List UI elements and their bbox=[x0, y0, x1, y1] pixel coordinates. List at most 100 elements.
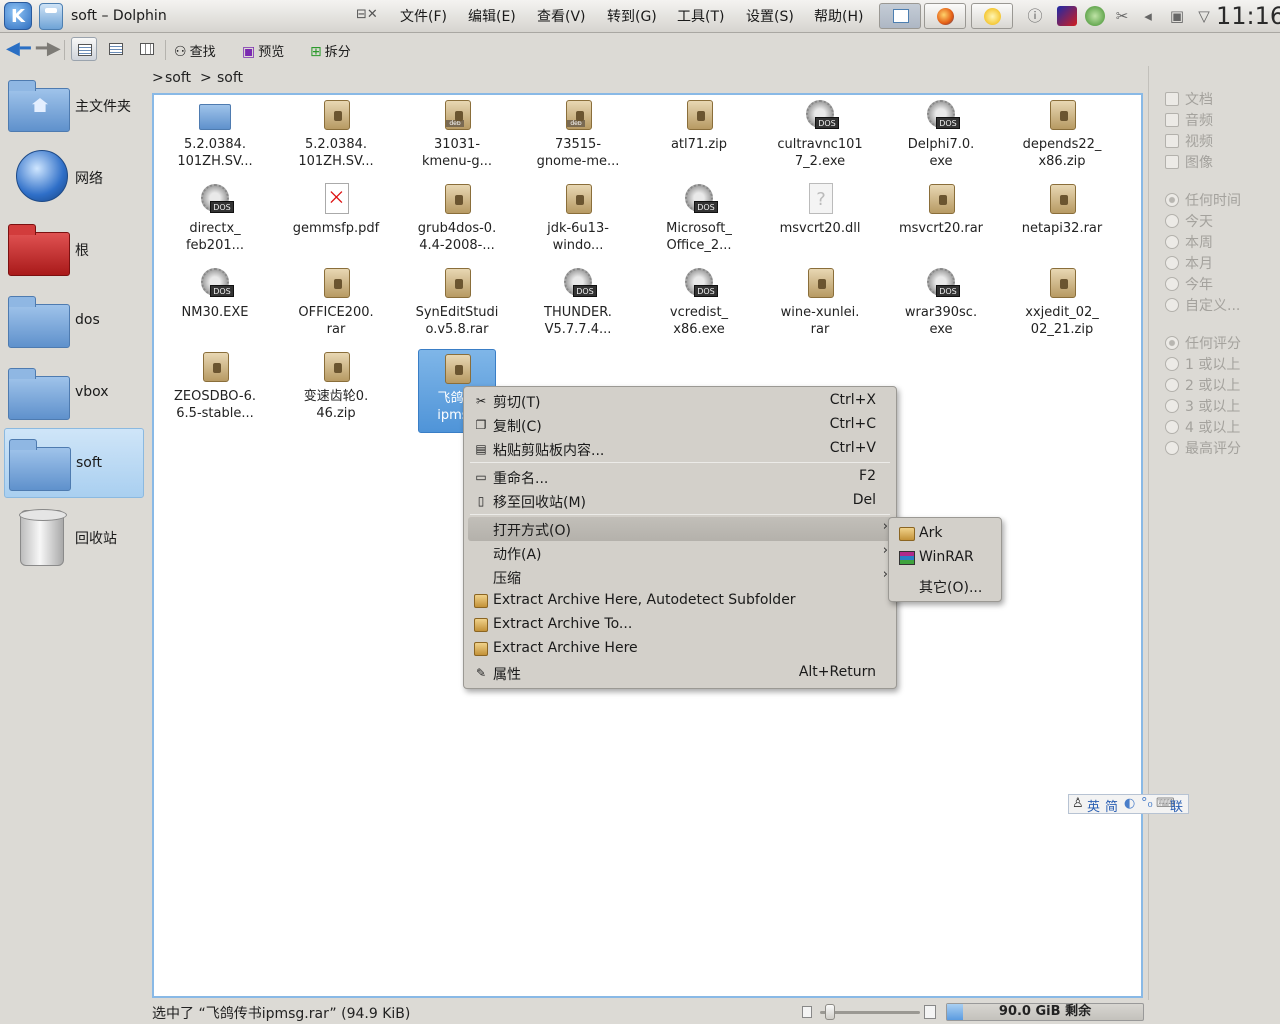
file-item[interactable]: SynEditStudi o.v5.8.rar bbox=[402, 264, 512, 348]
file-item[interactable]: DOS vcredist_ x86.exe bbox=[644, 264, 754, 348]
menu-edit[interactable]: 编辑(E) bbox=[468, 6, 516, 26]
network-tray-icon[interactable] bbox=[1085, 6, 1105, 26]
context-menu-item[interactable]: ❐ 复制(C) Ctrl+C bbox=[468, 413, 892, 437]
filter-date-month[interactable]: 本月 bbox=[1165, 253, 1213, 273]
file-item[interactable]: 5.2.0384. 101ZH.SV... bbox=[281, 96, 391, 180]
context-menu-item[interactable]: ▤ 粘贴剪贴板内容... Ctrl+V bbox=[468, 437, 892, 461]
context-menu-item[interactable]: ▭ 重命名... F2 bbox=[468, 465, 892, 489]
file-item[interactable]: jdk-6u13- windo... bbox=[523, 180, 633, 264]
context-menu-item[interactable]: 动作(A) › bbox=[468, 541, 892, 565]
find-button[interactable]: ⚇ 查找 bbox=[174, 41, 216, 60]
zoom-slider-handle[interactable] bbox=[825, 1004, 835, 1020]
file-item[interactable]: wine-xunlei. rar bbox=[765, 264, 875, 348]
filter-type-image[interactable]: 图像 bbox=[1165, 152, 1213, 172]
ime-associate[interactable]: 联 bbox=[1170, 796, 1183, 815]
menu-help[interactable]: 帮助(H) bbox=[814, 6, 863, 26]
place-root[interactable]: 根 bbox=[4, 214, 144, 284]
place-trash[interactable]: 回收站 bbox=[4, 502, 144, 572]
context-menu-item[interactable]: Extract Archive To... bbox=[468, 613, 892, 637]
breadcrumb-item-current[interactable]: soft bbox=[217, 70, 243, 86]
device-notifier-icon[interactable]: ▣ bbox=[1167, 6, 1187, 26]
filter-rating-4[interactable]: 4 或以上 bbox=[1165, 417, 1240, 437]
taskbar-dolphin-button[interactable] bbox=[879, 3, 921, 29]
split-button[interactable]: ⊞ 拆分 bbox=[310, 41, 351, 60]
panel-clock[interactable]: 11:16 bbox=[1216, 2, 1280, 30]
zoom-slider-track[interactable] bbox=[820, 1011, 920, 1014]
place-home[interactable]: 主文件夹 bbox=[4, 70, 144, 140]
filter-type-documents[interactable]: 文档 bbox=[1165, 89, 1213, 109]
filter-rating-3[interactable]: 3 或以上 bbox=[1165, 396, 1240, 416]
file-item[interactable]: ? msvcrt20.dll bbox=[765, 180, 875, 264]
details-view-button[interactable] bbox=[103, 37, 129, 61]
file-item[interactable]: DOS Microsoft_ Office_2... bbox=[644, 180, 754, 264]
filter-rating-1[interactable]: 1 或以上 bbox=[1165, 354, 1240, 374]
punctuation-icon[interactable]: °₀ bbox=[1141, 796, 1153, 811]
file-item[interactable]: xxjedit_02_ 02_21.zip bbox=[1007, 264, 1117, 348]
filter-date-today[interactable]: 今天 bbox=[1165, 211, 1213, 231]
filter-type-video[interactable]: 视频 bbox=[1165, 131, 1213, 151]
filter-rating-any[interactable]: 任何评分 bbox=[1165, 333, 1241, 353]
file-item[interactable]: deb 31031- kmenu-g... bbox=[402, 96, 512, 180]
file-item[interactable]: depends22_ x86.zip bbox=[1007, 96, 1117, 180]
zoom-in-icon[interactable] bbox=[924, 1005, 936, 1019]
file-item[interactable]: DOS wrar390sc. exe bbox=[886, 264, 996, 348]
file-item[interactable]: 5.2.0384. 101ZH.SV... bbox=[160, 96, 270, 180]
tray-monitor-icon[interactable] bbox=[1057, 6, 1077, 26]
menu-settings[interactable]: 设置(S) bbox=[746, 6, 794, 26]
submenu-item-ark[interactable]: Ark bbox=[893, 522, 997, 546]
preview-button[interactable]: ▣ 预览 bbox=[242, 41, 284, 60]
file-item[interactable]: DOS NM30.EXE bbox=[160, 264, 270, 348]
filter-date-custom[interactable]: 自定义... bbox=[1165, 295, 1240, 315]
info-icon[interactable]: ⓘ bbox=[1025, 6, 1045, 26]
file-item[interactable]: 变速齿轮0. 46.zip bbox=[281, 348, 391, 432]
context-menu-item[interactable]: Extract Archive Here bbox=[468, 637, 892, 661]
file-item[interactable]: DOS Delphi7.0. exe bbox=[886, 96, 996, 180]
submenu-item-other[interactable]: 其它(O)... bbox=[893, 574, 997, 598]
volume-icon[interactable]: ◂ bbox=[1138, 6, 1158, 26]
place-vbox[interactable]: vbox bbox=[4, 358, 144, 428]
context-menu-item[interactable]: Extract Archive Here, Autodetect Subfold… bbox=[468, 589, 892, 613]
filter-date-week[interactable]: 本周 bbox=[1165, 232, 1213, 252]
context-menu-item[interactable]: ✂ 剪切(T) Ctrl+X bbox=[468, 389, 892, 413]
file-item[interactable]: OFFICE200. rar bbox=[281, 264, 391, 348]
filter-rating-top[interactable]: 最高评分 bbox=[1165, 438, 1241, 458]
filter-date-year[interactable]: 今年 bbox=[1165, 274, 1213, 294]
menu-file[interactable]: 文件(F) bbox=[400, 6, 447, 26]
forward-arrow-icon[interactable]: ━▶ bbox=[36, 40, 61, 58]
file-item[interactable]: netapi32.rar bbox=[1007, 180, 1117, 264]
menu-view[interactable]: 查看(V) bbox=[537, 6, 586, 26]
context-menu-item[interactable]: ✎ 属性 Alt+Return bbox=[468, 661, 892, 685]
ime-lang-english[interactable]: 英 bbox=[1087, 796, 1100, 815]
kde-menu-icon[interactable]: K bbox=[4, 2, 32, 30]
klipper-scissors-icon[interactable]: ✂ bbox=[1112, 6, 1132, 26]
chevron-down-icon[interactable]: ▽ bbox=[1194, 6, 1214, 26]
file-item[interactable]: ZEOSDBO-6. 6.5-stable... bbox=[160, 348, 270, 432]
breadcrumb-item-soft[interactable]: soft bbox=[165, 70, 191, 86]
icons-view-button[interactable] bbox=[71, 37, 97, 61]
filter-rating-2[interactable]: 2 或以上 bbox=[1165, 375, 1240, 395]
file-item[interactable]: msvcrt20.rar bbox=[886, 180, 996, 264]
zoom-out-icon[interactable] bbox=[802, 1006, 812, 1018]
file-item[interactable]: DOS directx_ feb201... bbox=[160, 180, 270, 264]
filter-type-audio[interactable]: 音频 bbox=[1165, 110, 1213, 130]
context-menu-item[interactable]: ▯ 移至回收站(M) Del bbox=[468, 489, 892, 513]
file-item[interactable]: deb 73515- gnome-me... bbox=[523, 96, 633, 180]
taskbar-app-button[interactable] bbox=[971, 3, 1013, 29]
filter-date-any[interactable]: 任何时间 bbox=[1165, 190, 1241, 210]
place-dos[interactable]: dos bbox=[4, 286, 144, 356]
file-item[interactable]: DOS THUNDER. V5.7.7.4... bbox=[523, 264, 633, 348]
moon-icon[interactable]: ◐ bbox=[1124, 796, 1135, 811]
file-item[interactable]: grub4dos-0. 4.4-2008-... bbox=[402, 180, 512, 264]
place-network[interactable]: 网络 bbox=[4, 142, 144, 212]
file-item[interactable]: DOS cultravnc101 7_2.exe bbox=[765, 96, 875, 180]
back-arrow-icon[interactable]: ◀━ bbox=[6, 40, 31, 58]
menu-mode-toggle[interactable]: ⊟✕ bbox=[356, 7, 378, 22]
place-soft[interactable]: soft bbox=[4, 428, 144, 498]
columns-view-button[interactable] bbox=[134, 37, 160, 61]
menu-go[interactable]: 转到(G) bbox=[607, 6, 657, 26]
penguin-icon[interactable]: ♙ bbox=[1072, 796, 1084, 811]
taskbar-firefox-button[interactable] bbox=[924, 3, 966, 29]
file-item[interactable]: gemmsfp.pdf bbox=[281, 180, 391, 264]
menu-tools[interactable]: 工具(T) bbox=[677, 6, 724, 26]
context-menu-item[interactable]: 打开方式(O) › bbox=[468, 517, 892, 541]
